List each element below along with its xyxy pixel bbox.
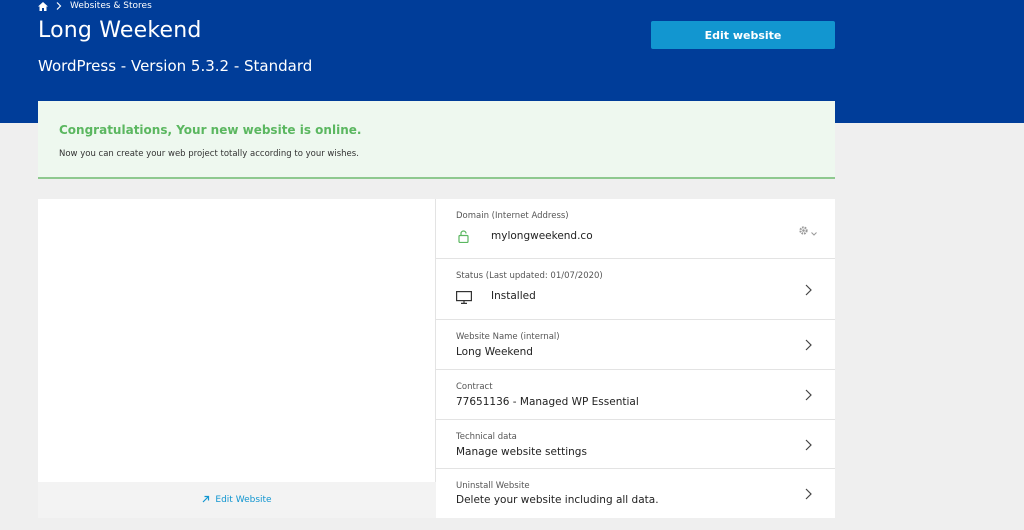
home-icon[interactable] (38, 1, 48, 11)
notice-text: Now you can create your web project tota… (59, 149, 359, 159)
chevron-right-icon (803, 282, 813, 296)
status-value: Installed (491, 290, 536, 302)
chevron-right-icon (803, 486, 813, 500)
lock-icon (458, 228, 469, 247)
uninstall-label: Uninstall Website (456, 481, 530, 491)
uninstall-value: Delete your website including all data. (456, 494, 659, 506)
breadcrumb-item-websites[interactable]: Websites & Stores (70, 1, 152, 11)
edit-website-link[interactable]: Edit Website (38, 482, 436, 518)
contract-value: 77651136 - Managed WP Essential (456, 396, 639, 408)
website-name-row[interactable]: Website Name (internal) Long Weekend (436, 320, 835, 370)
gear-icon (798, 221, 809, 240)
edit-website-button[interactable]: Edit website (651, 21, 835, 49)
success-notice: Congratulations, Your new website is onl… (38, 101, 835, 179)
website-name-label: Website Name (internal) (456, 332, 560, 342)
details-panel: Domain (Internet Address) mylongweekend.… (436, 199, 835, 518)
breadcrumb: Websites & Stores (38, 0, 152, 12)
monitor-icon (456, 289, 473, 308)
website-preview: Edit Website (38, 199, 436, 518)
notice-title: Congratulations, Your new website is onl… (59, 123, 362, 137)
chevron-right-icon (803, 337, 813, 351)
status-row[interactable]: Status (Last updated: 01/07/2020) Instal… (436, 259, 835, 320)
website-card: Edit Website Domain (Internet Address) m… (38, 199, 835, 518)
technical-data-value: Manage website settings (456, 446, 587, 458)
domain-row: Domain (Internet Address) mylongweekend.… (436, 199, 835, 259)
chevron-right-icon (803, 387, 813, 401)
edit-website-link-label: Edit Website (215, 495, 272, 505)
technical-data-row[interactable]: Technical data Manage website settings (436, 420, 835, 469)
chevron-right-icon (803, 437, 813, 451)
chevron-down-icon (811, 221, 817, 240)
arrow-up-right-icon (202, 495, 210, 506)
technical-data-label: Technical data (456, 432, 517, 442)
uninstall-row[interactable]: Uninstall Website Delete your website in… (436, 469, 835, 518)
chevron-right-icon (56, 2, 62, 10)
domain-value[interactable]: mylongweekend.co (491, 230, 593, 242)
contract-label: Contract (456, 382, 493, 392)
page-title: Long Weekend (38, 18, 202, 43)
status-label: Status (Last updated: 01/07/2020) (456, 271, 603, 281)
domain-settings-button[interactable] (798, 221, 817, 240)
page-subtitle: WordPress - Version 5.3.2 - Standard (38, 57, 313, 75)
domain-label: Domain (Internet Address) (456, 211, 569, 221)
website-name-value: Long Weekend (456, 346, 533, 358)
contract-row[interactable]: Contract 77651136 - Managed WP Essential (436, 370, 835, 420)
